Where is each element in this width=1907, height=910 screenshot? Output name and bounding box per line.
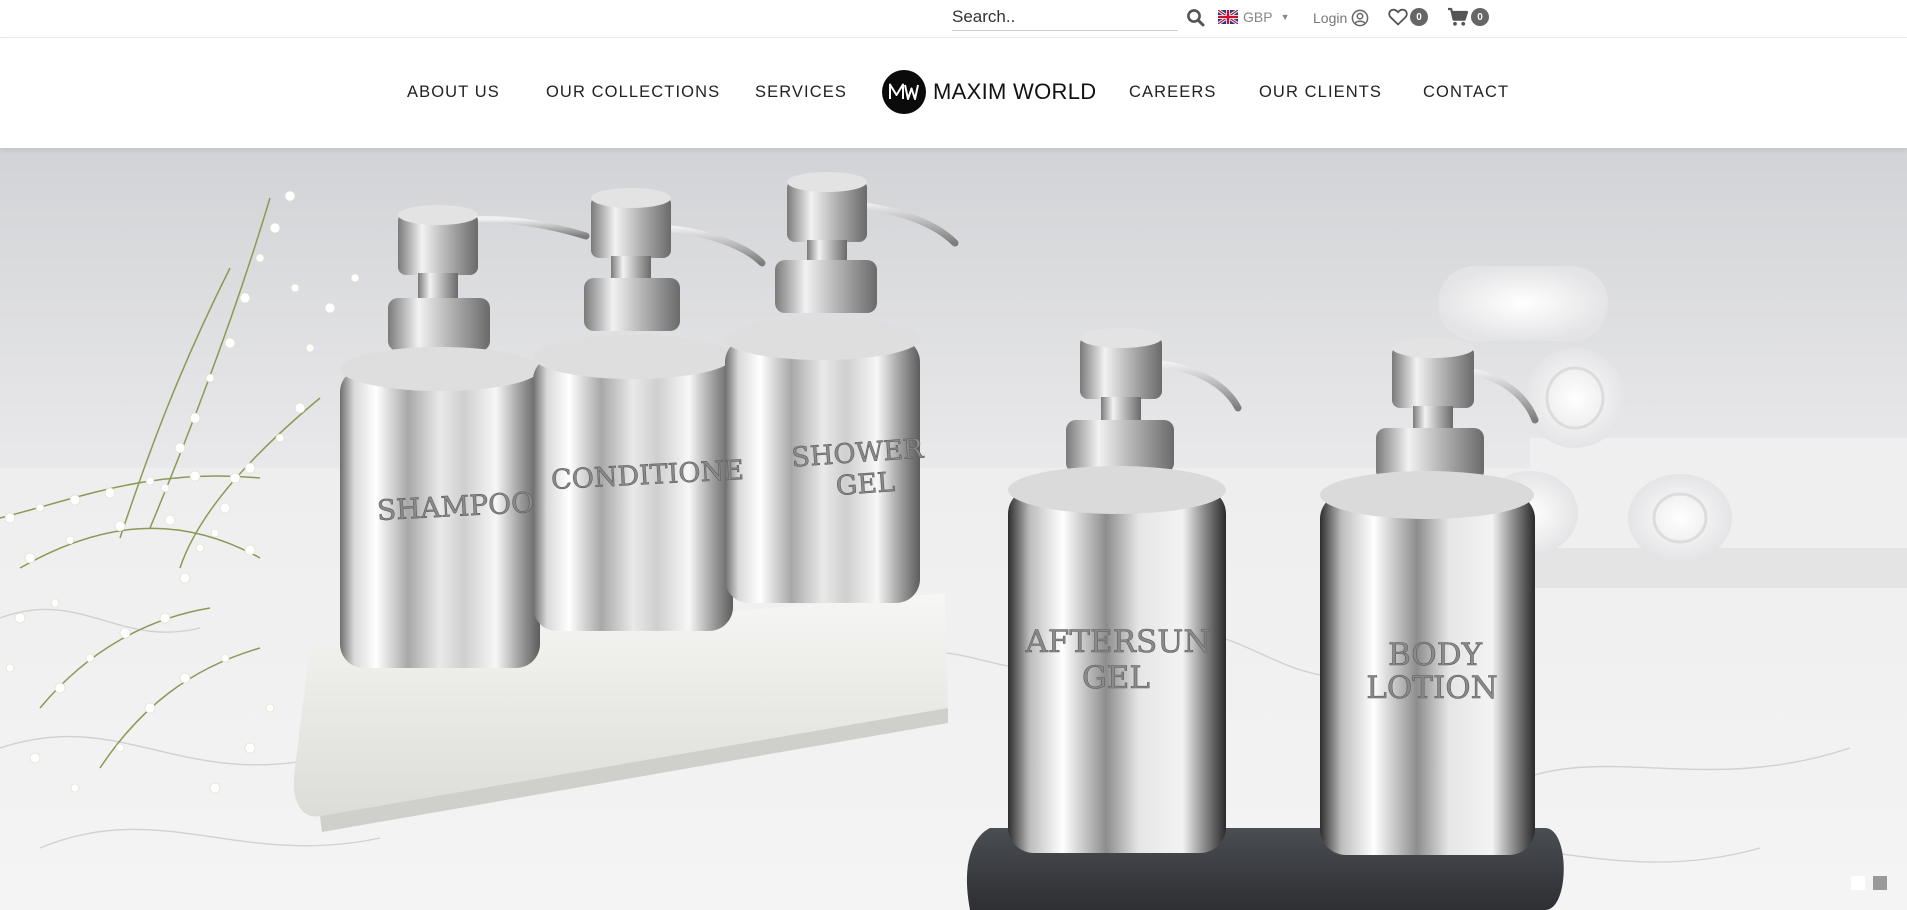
nav-services[interactable]: SERVICES xyxy=(755,83,847,102)
nav-careers[interactable]: CAREERS xyxy=(1129,83,1216,102)
logo-text: MAXIM WORLD xyxy=(933,79,1097,104)
label-body-lotion: LOTION xyxy=(1366,670,1497,706)
hero-image: SHAMPOO CONDITIONE SHOWER GEL AFTERSUN G… xyxy=(0,148,1907,910)
currency-selector[interactable]: GBP ▼ xyxy=(1218,6,1290,28)
wishlist-count-badge: 0 xyxy=(1410,8,1428,26)
label-aftersun: AFTERSUN xyxy=(1024,624,1210,660)
utility-bar: GBP ▼ Login 0 0 xyxy=(0,0,1907,38)
chevron-down-icon: ▼ xyxy=(1280,12,1290,22)
slider-pagination xyxy=(1851,876,1887,890)
search-icon[interactable] xyxy=(1186,8,1206,28)
search-input[interactable] xyxy=(952,4,1178,31)
login-label: Login xyxy=(1313,10,1348,26)
label-body: BODY xyxy=(1388,637,1483,673)
uk-flag-icon xyxy=(1218,10,1238,24)
cart-count-badge: 0 xyxy=(1471,8,1489,26)
nav-our-clients[interactable]: OUR CLIENTS xyxy=(1259,83,1382,102)
cart-icon xyxy=(1448,7,1469,26)
maxim-world-logo-icon xyxy=(882,70,926,114)
heart-icon xyxy=(1388,8,1408,26)
label-aftersun-gel: GEL xyxy=(1082,660,1150,696)
user-icon xyxy=(1351,9,1369,27)
label-shower-gel: GEL xyxy=(835,467,896,502)
main-navigation: ABOUT US OUR COLLECTIONS SERVICES MAXIM … xyxy=(0,38,1907,148)
login-link[interactable]: Login xyxy=(1313,7,1369,29)
nav-our-collections[interactable]: OUR COLLECTIONS xyxy=(546,83,720,102)
nav-about-us[interactable]: ABOUT US xyxy=(407,83,500,102)
site-logo[interactable]: MAXIM WORLD xyxy=(881,69,1096,115)
nav-contact[interactable]: CONTACT xyxy=(1423,83,1509,102)
wishlist-button[interactable]: 0 xyxy=(1388,6,1428,28)
hero-slider: SHAMPOO CONDITIONE SHOWER GEL AFTERSUN G… xyxy=(0,148,1907,910)
currency-code: GBP xyxy=(1243,9,1273,25)
slider-dot-1[interactable] xyxy=(1851,876,1865,890)
slider-dot-2[interactable] xyxy=(1873,876,1887,890)
cart-button[interactable]: 0 xyxy=(1447,6,1489,28)
